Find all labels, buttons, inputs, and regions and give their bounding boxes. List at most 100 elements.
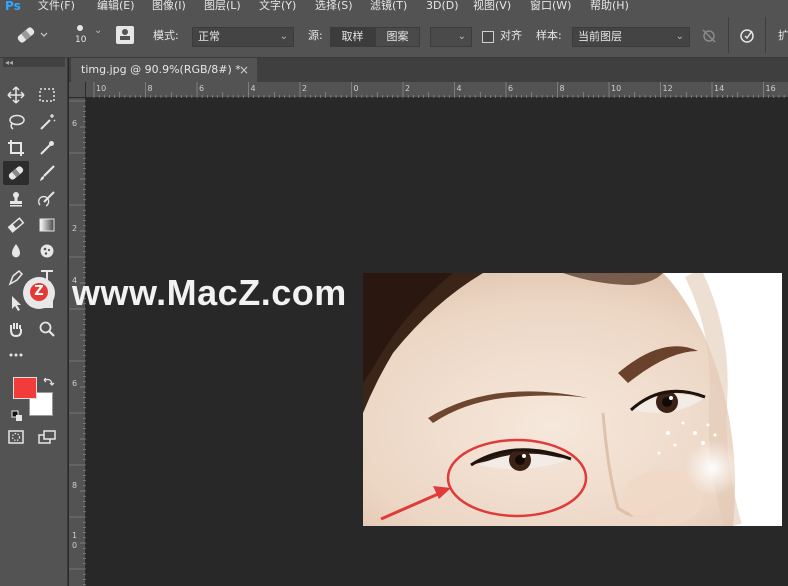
brush-size-picker[interactable]: 10 ⌄ [72,22,102,50]
vertical-ruler[interactable]: 6246810 [69,98,86,586]
sample-select[interactable]: 当前图层 ⌄ [572,27,690,47]
brush-settings-button[interactable] [116,26,134,44]
pattern-picker[interactable]: ⌄ [430,27,472,47]
foreground-color-swatch[interactable] [13,377,37,399]
mode-value: 正常 [198,30,220,43]
crop-tool[interactable] [3,136,29,160]
tool-preset-picker[interactable] [14,24,48,49]
align-checkbox[interactable] [482,31,494,43]
stamp-icon [10,192,22,207]
swap-colors-button[interactable] [43,373,55,392]
ruler-label: 10 [96,84,106,93]
blur-tool[interactable] [3,239,29,263]
chevron-down-icon: ⌄ [457,31,466,42]
chevron-down-icon: ⌄ [94,25,103,36]
mode-label: 模式: [153,29,179,42]
watermark-text: www.MacZ.com [72,272,347,313]
menu-image[interactable]: 图像(I) [152,0,186,12]
marquee-tool[interactable] [34,83,60,107]
menu-help[interactable]: 帮助(H) [590,0,629,12]
eyedropper-tool[interactable] [34,136,60,160]
horizontal-ruler[interactable]: 10 8 6 4 2 0 2 4 6 8 10 12 14 16 [86,82,788,98]
eyedropper-icon [40,141,54,155]
document-image[interactable] [363,273,782,526]
drop-icon [12,244,20,258]
lasso-tool[interactable] [3,110,29,134]
mode-select[interactable]: 正常 ⌄ [192,27,294,47]
ruler-label: 8 [148,84,153,93]
ruler-label: 2 [302,84,307,93]
ruler-label: 0 [72,541,77,550]
history-brush-tool[interactable] [34,187,60,211]
gradient-icon [39,218,55,232]
edit-toolbar-button[interactable] [3,343,29,367]
ruler-label: 6 [72,379,77,388]
menu-select[interactable]: 选择(S) [315,0,353,12]
default-colors-icon [11,410,22,421]
ignore-adjustment-layers-button[interactable] [700,27,718,45]
eraser-tool[interactable] [3,213,29,237]
watermark-badge-letter: Z [30,283,48,301]
zoom-icon [39,321,55,337]
divider [765,17,766,53]
sample-value: 当前图层 [578,30,622,43]
screen-mode-button[interactable] [34,425,60,449]
brush-tool[interactable] [34,161,60,185]
magic-wand-tool[interactable] [34,110,60,134]
bandage-icon [8,166,24,180]
lasso-icon [9,114,25,130]
zoom-tool[interactable] [34,317,60,341]
quick-mask-icon [8,430,24,444]
menu-filter[interactable]: 滤镜(T) [370,0,407,12]
close-icon[interactable]: × [239,58,249,82]
arrow-icon [12,296,21,311]
healing-brush-icon [17,27,48,43]
ruler-label: 0 [354,84,359,93]
menu-3d[interactable]: 3D(D) [426,0,459,12]
ruler-label: 8 [560,84,565,93]
brush-size-value: 10 [75,35,87,45]
menu-bar: Ps 文件(F) 编辑(E) 图像(I) 图层(L) 文字(Y) 选择(S) 滤… [0,0,788,14]
source-pattern-button[interactable]: 图案 [375,27,420,47]
pen-icon [8,269,24,286]
options-bar: 10 ⌄ 模式: 正常 ⌄ 源: 取样 图案 ⌄ 对齐 样本: 当前图层 ⌄ 扩 [0,14,788,58]
move-tool[interactable] [3,83,29,107]
menu-file[interactable]: 文件(F) [38,0,75,12]
diffusion-button[interactable] [738,27,756,45]
history-brush-icon [38,191,55,207]
ruler-origin[interactable] [69,82,86,98]
menu-window[interactable]: 窗口(W) [530,0,571,12]
menu-view[interactable]: 视图(V) [473,0,511,12]
more-icon [9,353,23,357]
default-colors-button[interactable] [11,407,23,426]
crop-icon [8,140,24,156]
panel-collapse-button[interactable]: ◂◂ [3,58,65,67]
menu-edit[interactable]: 编辑(E) [97,0,135,12]
ruler-label: 10 [611,84,621,93]
divider [728,17,729,53]
document-tab[interactable]: timg.jpg @ 90.9%(RGB/8#) * × [71,58,257,82]
ruler-label: 8 [72,481,77,490]
sponge-tool[interactable] [34,239,60,263]
menu-layer[interactable]: 图层(L) [204,0,241,12]
clone-stamp-tool[interactable] [3,187,29,211]
sponge-icon [40,244,54,258]
trailing-option-label[interactable]: 扩 [778,26,788,46]
magic-wand-icon [40,114,56,130]
document-tabs: timg.jpg @ 90.9%(RGB/8#) * × [69,58,788,82]
ruler-label: 6 [72,119,77,128]
source-sampled-button[interactable]: 取样 [330,27,375,47]
ruler-label: 16 [766,84,776,93]
hand-tool[interactable] [3,317,29,341]
gradient-tool[interactable] [34,213,60,237]
ruler-ticks: 6246810 [69,100,86,585]
source-label: 源: [308,29,323,42]
ruler-label: 12 [663,84,673,93]
quick-mask-button[interactable] [3,425,29,449]
eraser-icon [7,217,25,233]
face-photo [363,273,782,526]
spot-healing-brush-tool[interactable] [3,161,29,185]
brush-tip-icon [77,25,83,31]
menu-type[interactable]: 文字(Y) [259,0,296,12]
ruler-label: 4 [251,84,256,93]
